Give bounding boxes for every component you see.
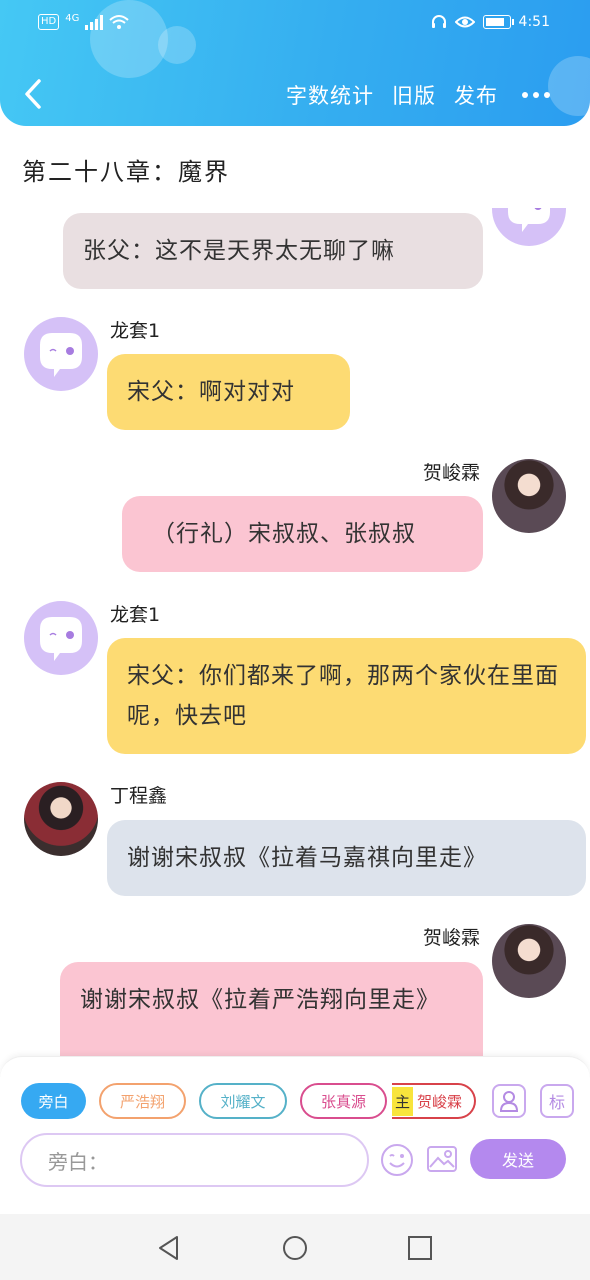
message-list[interactable]: 张父：这不是天界太无聊了嘛 龙套1 宋父：啊对对对 贺峻霖 （行礼）宋叔叔、张叔…: [0, 208, 590, 1056]
send-button[interactable]: 发送: [470, 1139, 566, 1179]
sender-name: 龙套1: [110, 320, 161, 342]
signal-icon: [85, 14, 104, 30]
eye-icon: [454, 16, 475, 28]
top-header: HD 4G 4:51 字数统计 旧版 发布: [0, 0, 590, 126]
role-chip-label: 贺峻霖: [417, 1092, 463, 1111]
headphone-icon: [431, 15, 446, 28]
chapter-title[interactable]: 第二十八章：魔界: [22, 152, 230, 187]
sender-name: 贺峻霖: [422, 462, 480, 484]
status-bar: HD 4G 4:51: [0, 0, 590, 50]
tag-icon: 标: [548, 1093, 565, 1112]
nav-home-icon[interactable]: [281, 1234, 309, 1262]
tag-button[interactable]: 标: [540, 1084, 574, 1118]
dialogue-input[interactable]: 旁白：: [20, 1133, 369, 1187]
nav-recents-icon[interactable]: [406, 1234, 434, 1262]
message-bubble[interactable]: 宋父：啊对对对: [107, 354, 350, 430]
role-chip-yan-haoxiang[interactable]: 严浩翔: [99, 1083, 186, 1119]
hd-badge: HD: [38, 14, 60, 30]
toolbar: 字数统计 旧版 发布: [286, 80, 550, 110]
nav-back-icon[interactable]: [155, 1234, 183, 1262]
message-bubble[interactable]: 谢谢宋叔叔《拉着马嘉祺向里走》: [107, 820, 586, 896]
decor-bubble: [548, 56, 590, 116]
back-arrow-icon: [25, 79, 41, 109]
role-chip-liu-yaowen[interactable]: 刘耀文: [199, 1083, 287, 1119]
role-chip-zhang-zhenyuan[interactable]: 张真源: [300, 1083, 387, 1119]
back-button[interactable]: [22, 78, 44, 110]
mascot-icon: [40, 333, 82, 377]
system-nav-bar: [0, 1214, 590, 1280]
image-icon[interactable]: [426, 1143, 458, 1175]
word-count-button[interactable]: 字数统计: [286, 80, 374, 110]
user-button[interactable]: [492, 1084, 526, 1118]
more-icon[interactable]: [522, 92, 550, 98]
role-chip-narration[interactable]: 旁白: [21, 1083, 86, 1119]
sender-name: 贺峻霖: [422, 927, 480, 949]
input-panel: 旁白 严浩翔 刘耀文 张真源 主 贺峻霖 标 旁白： 发送: [0, 1056, 590, 1214]
role-chip-he-junlin[interactable]: 主 贺峻霖: [392, 1083, 476, 1119]
mascot-icon: [508, 208, 550, 232]
publish-button[interactable]: 发布: [454, 80, 498, 110]
avatar[interactable]: [492, 208, 566, 246]
user-icon: [499, 1091, 519, 1112]
message-bubble[interactable]: （行礼）宋叔叔、张叔叔: [122, 496, 483, 572]
message-bubble[interactable]: 宋父：你们都来了啊，那两个家伙在里面呢，快去吧: [107, 638, 586, 754]
message-bubble[interactable]: 谢谢宋叔叔《拉着严浩翔向里走》: [60, 962, 483, 1056]
avatar[interactable]: [24, 782, 98, 856]
mascot-icon: [40, 617, 82, 661]
emoji-icon[interactable]: [380, 1143, 414, 1177]
avatar[interactable]: [492, 459, 566, 533]
wifi-icon: [109, 15, 130, 29]
battery-icon: [482, 15, 514, 29]
avatar[interactable]: [492, 924, 566, 998]
clock: 4:51: [518, 14, 550, 30]
avatar[interactable]: [24, 601, 98, 675]
network-label: 4G: [65, 12, 80, 24]
sender-name: 龙套1: [110, 604, 161, 626]
main-role-tag: 主: [392, 1086, 414, 1116]
avatar[interactable]: [24, 317, 98, 391]
message-bubble[interactable]: 张父：这不是天界太无聊了嘛: [63, 213, 483, 289]
old-version-button[interactable]: 旧版: [392, 80, 436, 110]
sender-name: 丁程鑫: [110, 785, 168, 807]
